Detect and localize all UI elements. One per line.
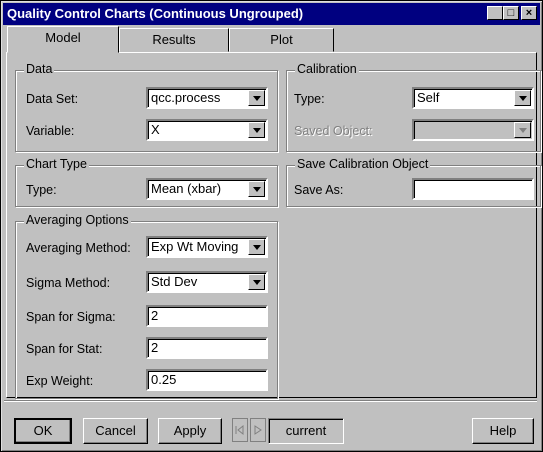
chevron-down-icon[interactable] bbox=[248, 239, 265, 255]
data-set-value: qcc.process bbox=[151, 90, 221, 105]
saved-object-combo bbox=[412, 119, 534, 141]
tab-model-label: Model bbox=[45, 30, 81, 45]
minimize-icon: _ bbox=[491, 9, 499, 21]
apply-label: Apply bbox=[173, 423, 207, 438]
span-for-sigma-input[interactable]: 2 bbox=[146, 305, 268, 327]
current-button[interactable]: current bbox=[268, 418, 344, 444]
chevron-down-icon bbox=[514, 122, 531, 138]
variable-value: X bbox=[151, 122, 160, 137]
button-separator bbox=[4, 400, 537, 402]
exp-weight-value: 0.25 bbox=[151, 372, 177, 387]
next-button bbox=[250, 418, 266, 442]
title-bar[interactable]: Quality Control Charts (Continuous Ungro… bbox=[3, 3, 540, 25]
averaging-options-legend: Averaging Options bbox=[24, 213, 131, 227]
chevron-down-icon[interactable] bbox=[248, 181, 265, 197]
chart-type-label: Type: bbox=[26, 183, 57, 197]
data-set-label: Data Set: bbox=[26, 92, 79, 106]
tab-plot-label: Plot bbox=[270, 32, 293, 47]
chevron-down-icon[interactable] bbox=[248, 122, 265, 138]
averaging-method-label: Averaging Method: bbox=[26, 241, 131, 255]
data-group-legend: Data bbox=[24, 62, 55, 76]
chevron-down-icon[interactable] bbox=[248, 90, 265, 106]
calibration-type-label: Type: bbox=[294, 92, 325, 106]
span-for-stat-label: Span for Stat: bbox=[26, 342, 103, 356]
help-button[interactable]: Help bbox=[472, 418, 534, 444]
calibration-group-legend: Calibration bbox=[295, 62, 359, 76]
ok-button[interactable]: OK bbox=[14, 418, 72, 444]
span-for-stat-value: 2 bbox=[151, 340, 159, 355]
minimize-button[interactable]: _ bbox=[487, 6, 503, 21]
cancel-label: Cancel bbox=[95, 423, 136, 438]
averaging-method-combo[interactable]: Exp Wt Moving bbox=[146, 236, 268, 258]
apply-button[interactable]: Apply bbox=[158, 418, 222, 444]
close-icon: × bbox=[525, 7, 533, 19]
cancel-button[interactable]: Cancel bbox=[83, 418, 148, 444]
calibration-type-value: Self bbox=[417, 90, 440, 105]
saved-object-label: Saved Object: bbox=[294, 124, 373, 138]
chevron-down-icon[interactable] bbox=[514, 90, 531, 106]
tab-results[interactable]: Results bbox=[119, 28, 229, 52]
averaging-method-value: Exp Wt Moving bbox=[151, 239, 239, 254]
play-icon bbox=[250, 418, 266, 442]
chart-type-value: Mean (xbar) bbox=[151, 181, 222, 196]
chart-type-combo[interactable]: Mean (xbar) bbox=[146, 178, 268, 200]
save-as-input[interactable] bbox=[412, 178, 534, 200]
tab-model[interactable]: Model bbox=[7, 26, 119, 53]
variable-label: Variable: bbox=[26, 124, 75, 138]
previous-button bbox=[232, 418, 248, 442]
span-for-sigma-value: 2 bbox=[151, 308, 159, 323]
skip-back-icon bbox=[232, 418, 248, 442]
tab-plot[interactable]: Plot bbox=[229, 28, 334, 52]
close-button[interactable]: × bbox=[521, 6, 537, 20]
tab-results-label: Results bbox=[152, 32, 196, 47]
chart-type-group-legend: Chart Type bbox=[24, 157, 89, 171]
ok-label: OK bbox=[33, 423, 53, 438]
exp-weight-label: Exp Weight: bbox=[26, 374, 94, 388]
calibration-type-combo[interactable]: Self bbox=[412, 87, 534, 109]
sigma-method-value: Std Dev bbox=[151, 274, 198, 289]
maximize-icon: □ bbox=[507, 7, 515, 19]
maximize-button[interactable]: □ bbox=[503, 6, 519, 20]
save-calibration-legend: Save Calibration Object bbox=[295, 157, 431, 171]
sigma-method-label: Sigma Method: bbox=[26, 276, 111, 290]
chevron-down-icon[interactable] bbox=[248, 274, 265, 290]
data-set-combo[interactable]: qcc.process bbox=[146, 87, 268, 109]
save-as-label: Save As: bbox=[294, 183, 344, 197]
variable-combo[interactable]: X bbox=[146, 119, 268, 141]
current-label: current bbox=[285, 423, 327, 438]
span-for-stat-input[interactable]: 2 bbox=[146, 337, 268, 359]
window-title: Quality Control Charts (Continuous Ungro… bbox=[7, 6, 304, 21]
help-label: Help bbox=[489, 423, 517, 438]
sigma-method-combo[interactable]: Std Dev bbox=[146, 271, 268, 293]
span-for-sigma-label: Span for Sigma: bbox=[26, 310, 116, 324]
exp-weight-input[interactable]: 0.25 bbox=[146, 369, 268, 391]
